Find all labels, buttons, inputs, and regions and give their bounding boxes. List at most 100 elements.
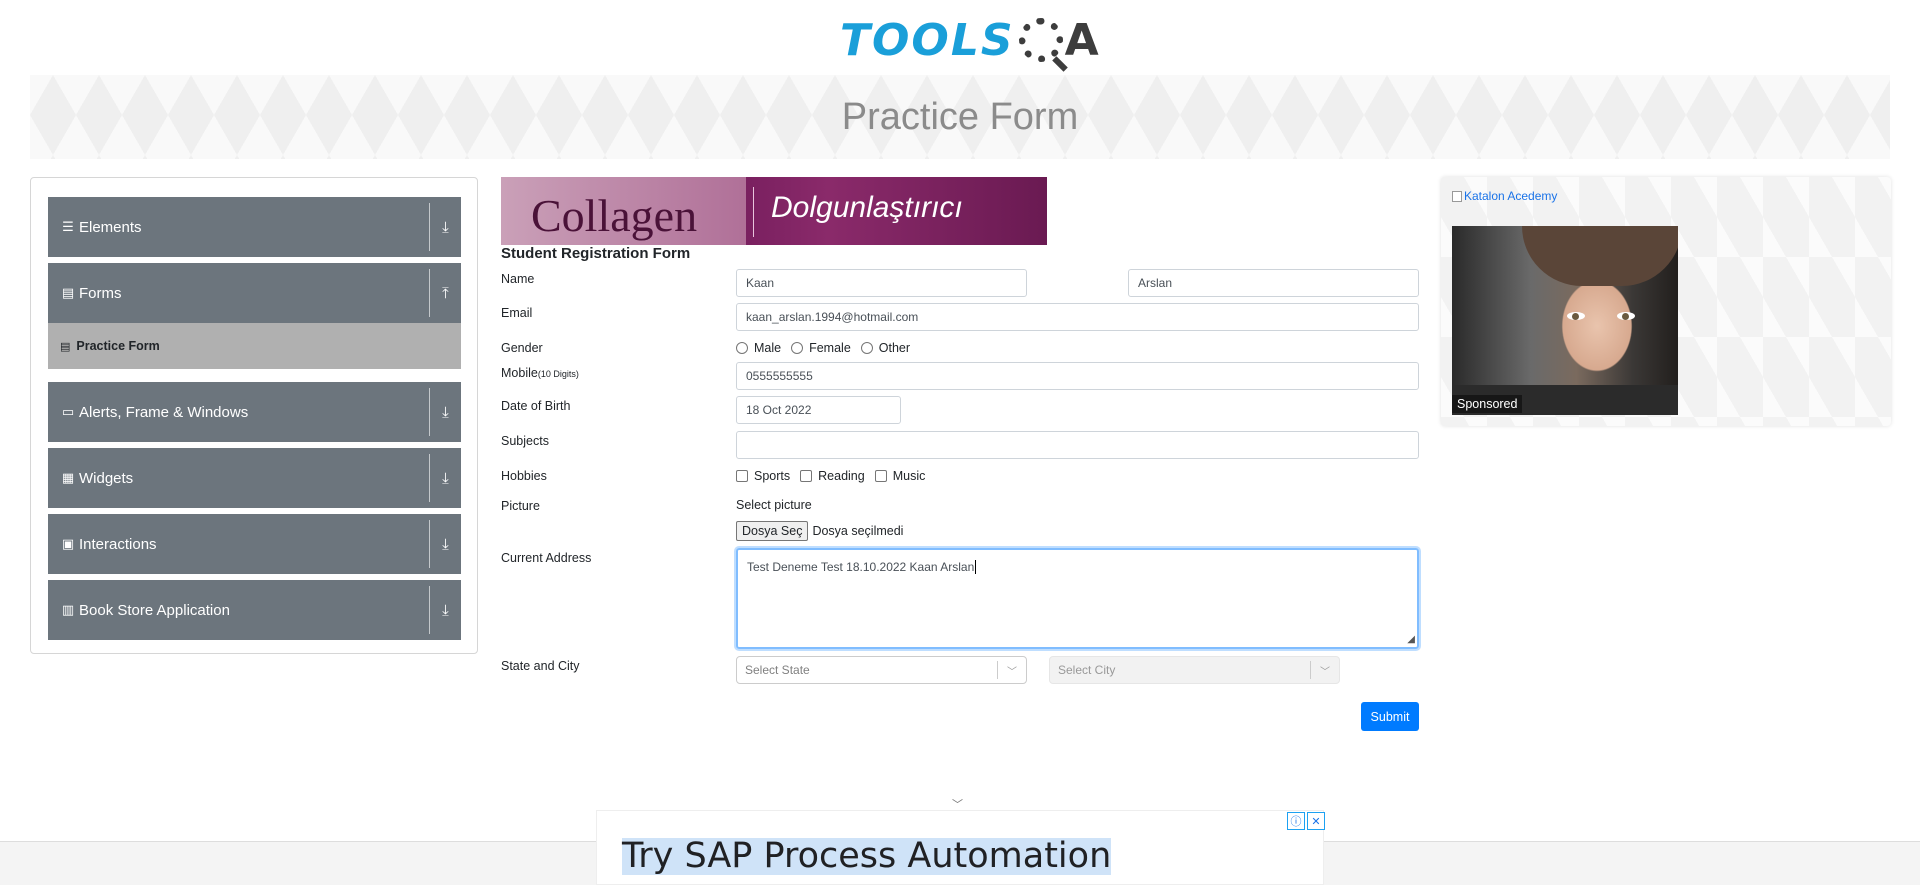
bottom-ad-banner[interactable]: Try SAP Process Automation ⓘ ✕ [596,810,1325,885]
sidebar-group-widgets[interactable]: ▦ Widgets ⤓ [48,448,461,508]
gender-option-label: Male [754,341,782,355]
submit-button[interactable]: Submit [1361,702,1419,731]
sponsored-photo[interactable] [1452,226,1678,415]
state-select[interactable]: Select State ﹀ [736,656,1027,684]
hobby-label: Reading [818,469,865,483]
radio-button[interactable] [736,342,748,354]
first-name-input[interactable]: Kaan [736,269,1027,297]
chevron-down-icon: ﹀ [1007,666,1017,678]
sidebar-group-label: Widgets [79,469,134,487]
sidebar-group-interactions[interactable]: ▣ Interactions ⤓ [48,514,461,574]
email-input[interactable]: kaan_arslan.1994@hotmail.com [736,303,1419,331]
subjects-input[interactable] [736,431,1419,459]
gender-male-option[interactable]: Male [736,341,781,355]
sidebar-group-forms[interactable]: ▤ Forms ⤒ [48,263,461,323]
mobile-label: Mobile(10 Digits) [501,366,579,380]
current-address-label: Current Address [501,551,592,565]
grid-icon: ▦ [61,470,75,485]
page-title: Practice Form [841,95,1079,138]
logo-text: TOOLS [840,14,1015,66]
close-icon[interactable]: ✕ [1307,812,1325,830]
file-status: Dosya seçilmedi [812,524,904,538]
email-label: Email [501,306,533,320]
sidebar-item-label: Practice Form [76,339,160,353]
current-address-textarea[interactable]: Test Deneme Test 18.10.2022 Kaan Arslan … [736,548,1419,649]
date-of-birth-input[interactable]: 18 Oct 2022 [736,396,901,424]
chevron-down-icon: ﹀ [1320,666,1330,678]
hobbies-checkbox-group: Sports Reading Music [736,469,935,483]
checkbox[interactable] [874,470,887,482]
ad-divider [753,187,754,237]
gender-female-option[interactable]: Female [791,341,851,355]
ad-banner-collagen[interactable]: Collagen Dolgunlaştırıcı [501,177,1047,245]
sidebar-group-elements[interactable]: ☰ Elements ⤓ [48,197,461,257]
photo-eye [1617,312,1635,320]
logo-qa: A [1018,14,1099,66]
form-title: Student Registration Form [501,245,691,262]
ad-choices: ⓘ ✕ [1285,812,1325,830]
divider [429,269,430,317]
choose-file-button[interactable]: Dosya Seç [736,521,809,541]
state-city-label: State and City [501,659,580,673]
select-picture-label: Select picture [736,498,812,512]
katalon-academy-link[interactable]: Katalon Acedemy [1452,189,1557,203]
name-label: Name [501,272,535,286]
hobby-reading-option[interactable]: Reading [800,469,865,483]
address-text: Test Deneme Test 18.10.2022 Kaan Arslan [747,560,975,574]
radio-button[interactable] [860,342,873,354]
toolsqa-logo[interactable]: TOOLS A [840,12,1099,68]
cursor-icon: ▣ [61,536,75,551]
city-select[interactable]: Select City ﹀ [1049,656,1340,684]
hobbies-label: Hobbies [501,469,547,483]
file-upload: Dosya Seç Dosya seçilmedi [736,521,903,541]
hobby-sports-option[interactable]: Sports [736,469,790,483]
resize-handle-icon[interactable]: ◢ [1407,634,1415,645]
ad-text-collagen: Collagen [531,190,698,241]
mobile-label-text: Mobile [501,366,538,380]
state-placeholder: Select State [745,663,810,677]
expand-icon: ⤓ [442,601,449,619]
bottom-ad-text: Try SAP Process Automation [622,836,1112,876]
photo-hair [1522,226,1678,286]
gender-radio-group: Male Female Other [736,341,920,355]
hobby-label: Music [892,469,926,483]
form-icon: ▤ [60,340,71,353]
broken-image-icon [1452,190,1462,202]
sponsored-label: Sponsored [1452,395,1523,413]
gender-option-label: Female [809,341,851,355]
collapse-icon: ⤒ [442,284,449,302]
books-icon: ▥ [61,602,75,617]
checkbox[interactable] [736,470,748,482]
expand-icon: ⤓ [442,218,449,236]
info-icon[interactable]: ⓘ [1287,812,1305,830]
checkbox[interactable] [800,470,813,482]
sidebar-item-practice-form[interactable]: ▤ Practice Form [48,323,461,369]
expand-icon: ⤓ [442,535,449,553]
hobby-music-option[interactable]: Music [874,469,926,483]
last-name-input[interactable]: Arslan [1128,269,1419,297]
hobby-label: Sports [754,469,791,483]
sidebar-group-label: Forms [79,284,122,302]
text-cursor [975,560,977,574]
mobile-input[interactable]: 0555555555 [736,362,1419,390]
sidebar-group-bookstore[interactable]: ▥ Book Store Application ⤓ [48,580,461,640]
gender-option-label: Other [878,341,911,355]
radio-button[interactable] [791,342,804,354]
photo-eye [1567,312,1585,320]
logo-text-a: A [1064,14,1099,66]
expand-icon: ⤓ [442,403,449,421]
divider [429,388,430,436]
window-icon: ▭ [61,404,75,419]
menu-icon: ☰ [62,219,74,234]
divider [429,520,430,568]
gender-other-option[interactable]: Other [860,341,911,355]
sidebar-group-label: Alerts, Frame & Windows [79,403,249,421]
sponsored-panel: Katalon Acedemy Sponsored [1441,177,1891,426]
mobile-hint: (10 Digits) [537,369,579,379]
gender-label: Gender [501,341,543,355]
subjects-label: Subjects [501,434,549,448]
expand-icon: ⤓ [442,469,449,487]
dob-label: Date of Birth [501,399,571,413]
sidebar-group-alerts[interactable]: ▭ Alerts, Frame & Windows ⤓ [48,382,461,442]
divider [429,586,430,634]
